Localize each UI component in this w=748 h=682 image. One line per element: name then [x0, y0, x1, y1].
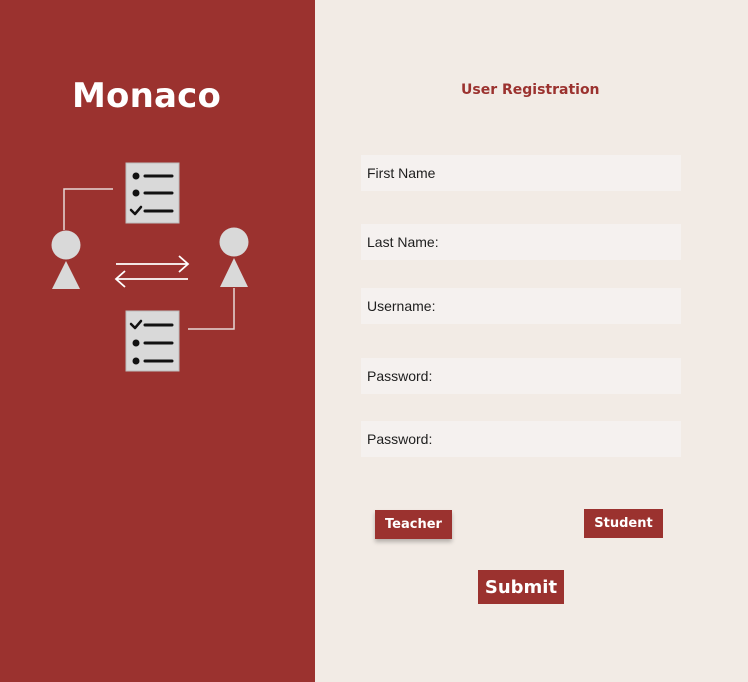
person-icon	[219, 227, 249, 287]
submit-button[interactable]: Submit	[478, 570, 564, 604]
password-input[interactable]	[438, 367, 675, 385]
confirm-password-label: Password:	[367, 431, 433, 447]
last-name-label: Last Name:	[367, 234, 439, 250]
username-label: Username:	[367, 298, 436, 314]
username-input[interactable]	[441, 297, 675, 315]
branding-panel: Monaco	[0, 0, 315, 682]
last-name-input[interactable]	[444, 233, 675, 251]
first-name-label: First Name	[367, 165, 436, 181]
teacher-button[interactable]: Teacher	[375, 510, 452, 539]
confirm-password-input[interactable]	[438, 430, 675, 448]
exchange-illustration	[51, 162, 249, 372]
checklist-icon	[125, 310, 180, 372]
form-title: User Registration	[461, 82, 600, 98]
exchange-arrows-icon	[114, 255, 190, 288]
connector-line-bottom	[188, 288, 235, 330]
username-field[interactable]: Username:	[361, 288, 681, 324]
last-name-field[interactable]: Last Name:	[361, 224, 681, 260]
first-name-field[interactable]: First Name	[361, 155, 681, 191]
checklist-icon	[125, 162, 180, 224]
password-field[interactable]: Password:	[361, 358, 681, 394]
person-icon	[51, 230, 81, 289]
password-label: Password:	[367, 368, 433, 384]
brand-logo-text: Monaco	[72, 76, 222, 116]
confirm-password-field[interactable]: Password:	[361, 421, 681, 457]
student-button[interactable]: Student	[584, 509, 663, 538]
first-name-input[interactable]	[441, 164, 675, 182]
connector-line-top	[63, 188, 113, 230]
